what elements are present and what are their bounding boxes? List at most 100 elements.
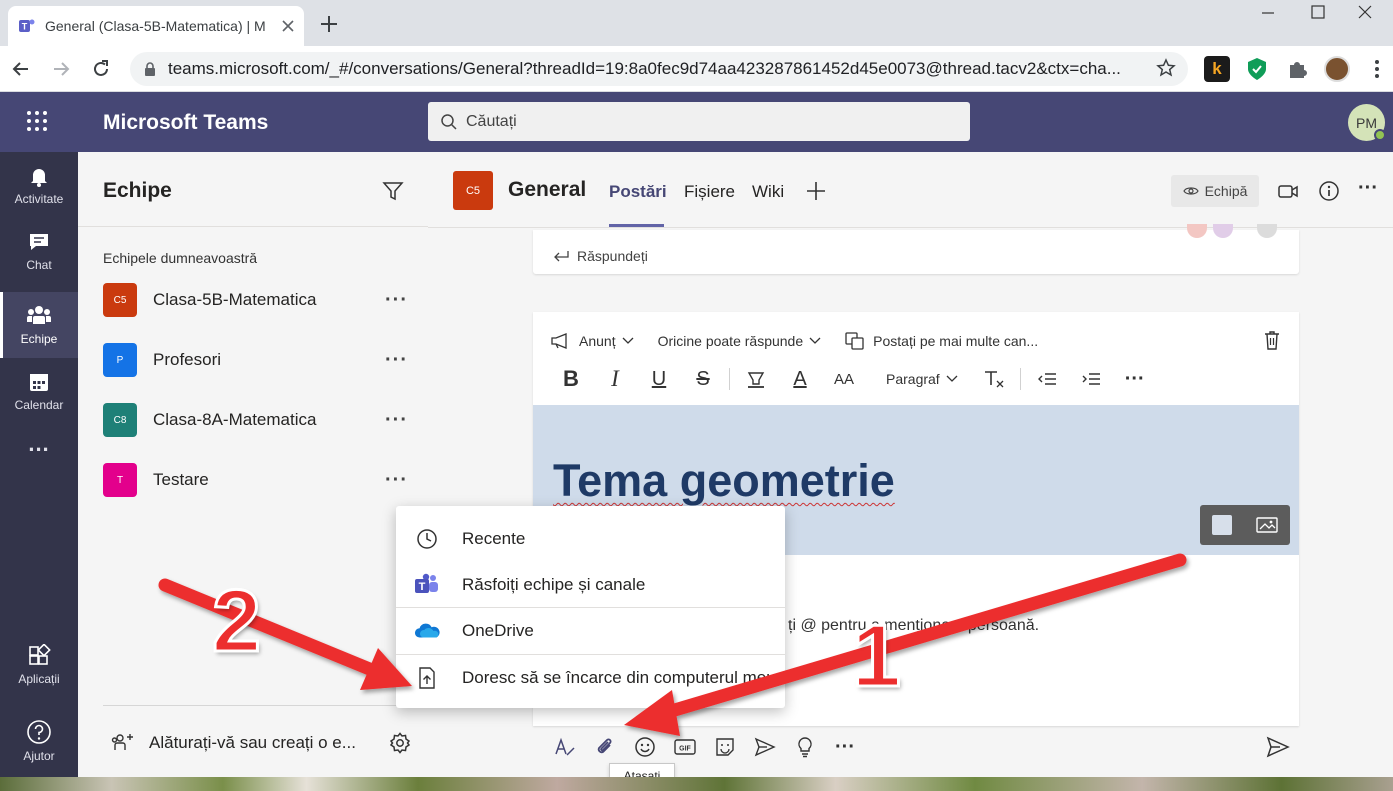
announcement-dropdown[interactable]: Anunț — [551, 333, 634, 349]
banner-color-button[interactable] — [1212, 515, 1232, 535]
team-name: Clasa-8A-Matematica — [153, 410, 317, 429]
more-options-icon[interactable]: ··· — [1358, 177, 1378, 200]
rail-more-button[interactable]: ... — [0, 431, 78, 464]
more-options-icon[interactable]: ··· — [385, 289, 408, 312]
decrease-indent-button[interactable] — [1025, 371, 1069, 387]
profile-avatar-icon[interactable] — [1324, 56, 1350, 82]
toolbar-divider — [1019, 368, 1021, 390]
compose-hint-text[interactable]: ți @ pentru a menționa o persoană. — [788, 617, 1039, 635]
reply-button[interactable]: Răspundeți — [553, 248, 648, 264]
menu-item-upload-computer[interactable]: Doresc să se încarce din computerul meu — [396, 655, 785, 701]
emoji-button[interactable] — [625, 736, 665, 758]
divider — [103, 705, 408, 706]
team-item-clasa-8a[interactable]: C8 Clasa-8A-Matematica ··· — [103, 400, 408, 440]
rail-item-teams[interactable]: Echipe — [0, 292, 78, 358]
new-tab-icon[interactable] — [318, 13, 340, 35]
font-color-button[interactable]: A — [778, 368, 822, 391]
more-options-icon[interactable]: ··· — [385, 469, 408, 492]
join-label: Alăturați-vă sau creați o e... — [149, 733, 356, 752]
increase-indent-button[interactable] — [1069, 371, 1113, 387]
add-tab-icon[interactable] — [806, 181, 826, 201]
rail-item-help[interactable]: Ajutor — [0, 708, 78, 774]
tab-posts[interactable]: Postări — [609, 182, 667, 202]
format-button[interactable] — [545, 737, 585, 757]
maximize-icon[interactable] — [1298, 4, 1338, 22]
more-format-icon[interactable]: ··· — [1113, 368, 1157, 391]
highlight-button[interactable] — [734, 370, 778, 388]
shield-extension-icon[interactable] — [1244, 56, 1270, 82]
team-item-clasa-5b[interactable]: C5 Clasa-5B-Matematica ··· — [103, 280, 408, 320]
help-icon — [27, 720, 51, 744]
team-item-testare[interactable]: T Testare ··· — [103, 460, 408, 500]
team-name: Clasa-5B-Matematica — [153, 290, 317, 309]
app-launcher-icon[interactable] — [26, 110, 48, 132]
eye-icon — [1182, 187, 1199, 195]
sticker-button[interactable] — [705, 736, 745, 758]
extensions-puzzle-icon[interactable] — [1284, 56, 1310, 82]
back-icon[interactable] — [10, 58, 32, 80]
image-icon[interactable] — [1256, 516, 1278, 534]
menu-item-recent[interactable]: Recente — [396, 516, 785, 562]
browser-menu-icon[interactable] — [1364, 56, 1390, 82]
menu-label: Doresc să se încarce din computerul meu — [462, 668, 776, 687]
filter-icon[interactable] — [382, 180, 404, 202]
rail-item-calendar[interactable]: Calendar — [0, 358, 78, 424]
delete-icon[interactable] — [1263, 330, 1281, 350]
panel-title: Echipe — [103, 179, 172, 202]
gif-button[interactable]: GIF — [665, 738, 705, 756]
send-icon[interactable] — [1266, 736, 1290, 758]
gear-icon[interactable] — [389, 732, 411, 754]
menu-item-browse-teams[interactable]: T Răsfoiți echipe și canale — [396, 562, 785, 608]
reply-setting-dropdown[interactable]: Oricine poate răspunde — [658, 333, 822, 349]
rail-item-activity[interactable]: Activitate — [0, 152, 78, 218]
more-options-icon[interactable]: ··· — [385, 349, 408, 372]
join-create-team-button[interactable]: Alăturați-vă sau creați o e... — [111, 732, 411, 754]
close-tab-icon[interactable] — [282, 20, 294, 32]
active-tab-indicator — [609, 224, 664, 227]
bookmark-star-icon[interactable] — [1156, 58, 1176, 78]
font-size-button[interactable]: AA — [822, 371, 866, 388]
address-row: teams.microsoft.com/_#/conversations/Gen… — [0, 46, 1393, 92]
underline-button[interactable]: U — [637, 368, 681, 391]
more-options-icon[interactable]: ··· — [385, 409, 408, 432]
clock-icon — [417, 529, 437, 549]
post-subject[interactable]: Tema geometrie — [553, 455, 895, 507]
menu-item-onedrive[interactable]: OneDrive — [396, 608, 785, 654]
tab-wiki[interactable]: Wiki — [752, 182, 784, 202]
address-bar[interactable]: teams.microsoft.com/_#/conversations/Gen… — [130, 52, 1188, 86]
paragraph-dropdown[interactable]: Paragraf — [886, 371, 958, 387]
paragraph-label: Paragraf — [886, 371, 940, 387]
k-extension-icon[interactable]: k — [1204, 56, 1230, 82]
praise-button[interactable] — [785, 736, 825, 758]
gif-icon: GIF — [674, 739, 696, 755]
browser-tab-bar: T General (Clasa-5B-Matematica) | Micros… — [0, 0, 1393, 46]
bold-button[interactable]: B — [549, 366, 593, 392]
rail-item-apps[interactable]: Aplicații — [0, 632, 78, 698]
reload-icon[interactable] — [90, 58, 112, 80]
more-options-icon[interactable]: ··· — [825, 736, 865, 759]
compose-actions-toolbar: GIF ··· — [545, 732, 1365, 762]
info-icon[interactable] — [1318, 180, 1340, 202]
meet-now-button[interactable] — [745, 737, 785, 757]
forward-icon[interactable] — [50, 58, 72, 80]
rail-label: Ajutor — [23, 749, 55, 763]
attach-button[interactable] — [585, 736, 625, 758]
clear-format-button[interactable] — [972, 369, 1016, 389]
italic-button[interactable]: I — [593, 366, 637, 392]
rail-item-chat[interactable]: Chat — [0, 218, 78, 284]
browser-tab-title: General (Clasa-5B-Matematica) | Microsof… — [45, 18, 265, 34]
meet-video-icon[interactable] — [1277, 181, 1299, 201]
tab-files[interactable]: Fișiere — [684, 182, 735, 202]
reply-setting-label: Oricine poate răspunde — [657, 333, 804, 349]
search-input[interactable]: Căutați — [428, 102, 970, 141]
team-item-profesori[interactable]: P Profesori ··· — [103, 340, 408, 380]
minimize-icon[interactable] — [1248, 4, 1288, 22]
lock-icon[interactable] — [144, 62, 156, 76]
close-window-icon[interactable] — [1345, 4, 1385, 22]
reaction-avatar — [1187, 224, 1207, 238]
multi-channel-button[interactable]: Postați pe mai multe can... — [845, 332, 1044, 350]
strikethrough-button[interactable]: S — [681, 368, 725, 391]
team-view-button[interactable]: Echipă — [1171, 175, 1259, 207]
browser-tab[interactable]: T General (Clasa-5B-Matematica) | Micros… — [8, 6, 304, 46]
channel-header: C5 General Postări Fișiere Wiki Echipă ·… — [428, 152, 1393, 228]
